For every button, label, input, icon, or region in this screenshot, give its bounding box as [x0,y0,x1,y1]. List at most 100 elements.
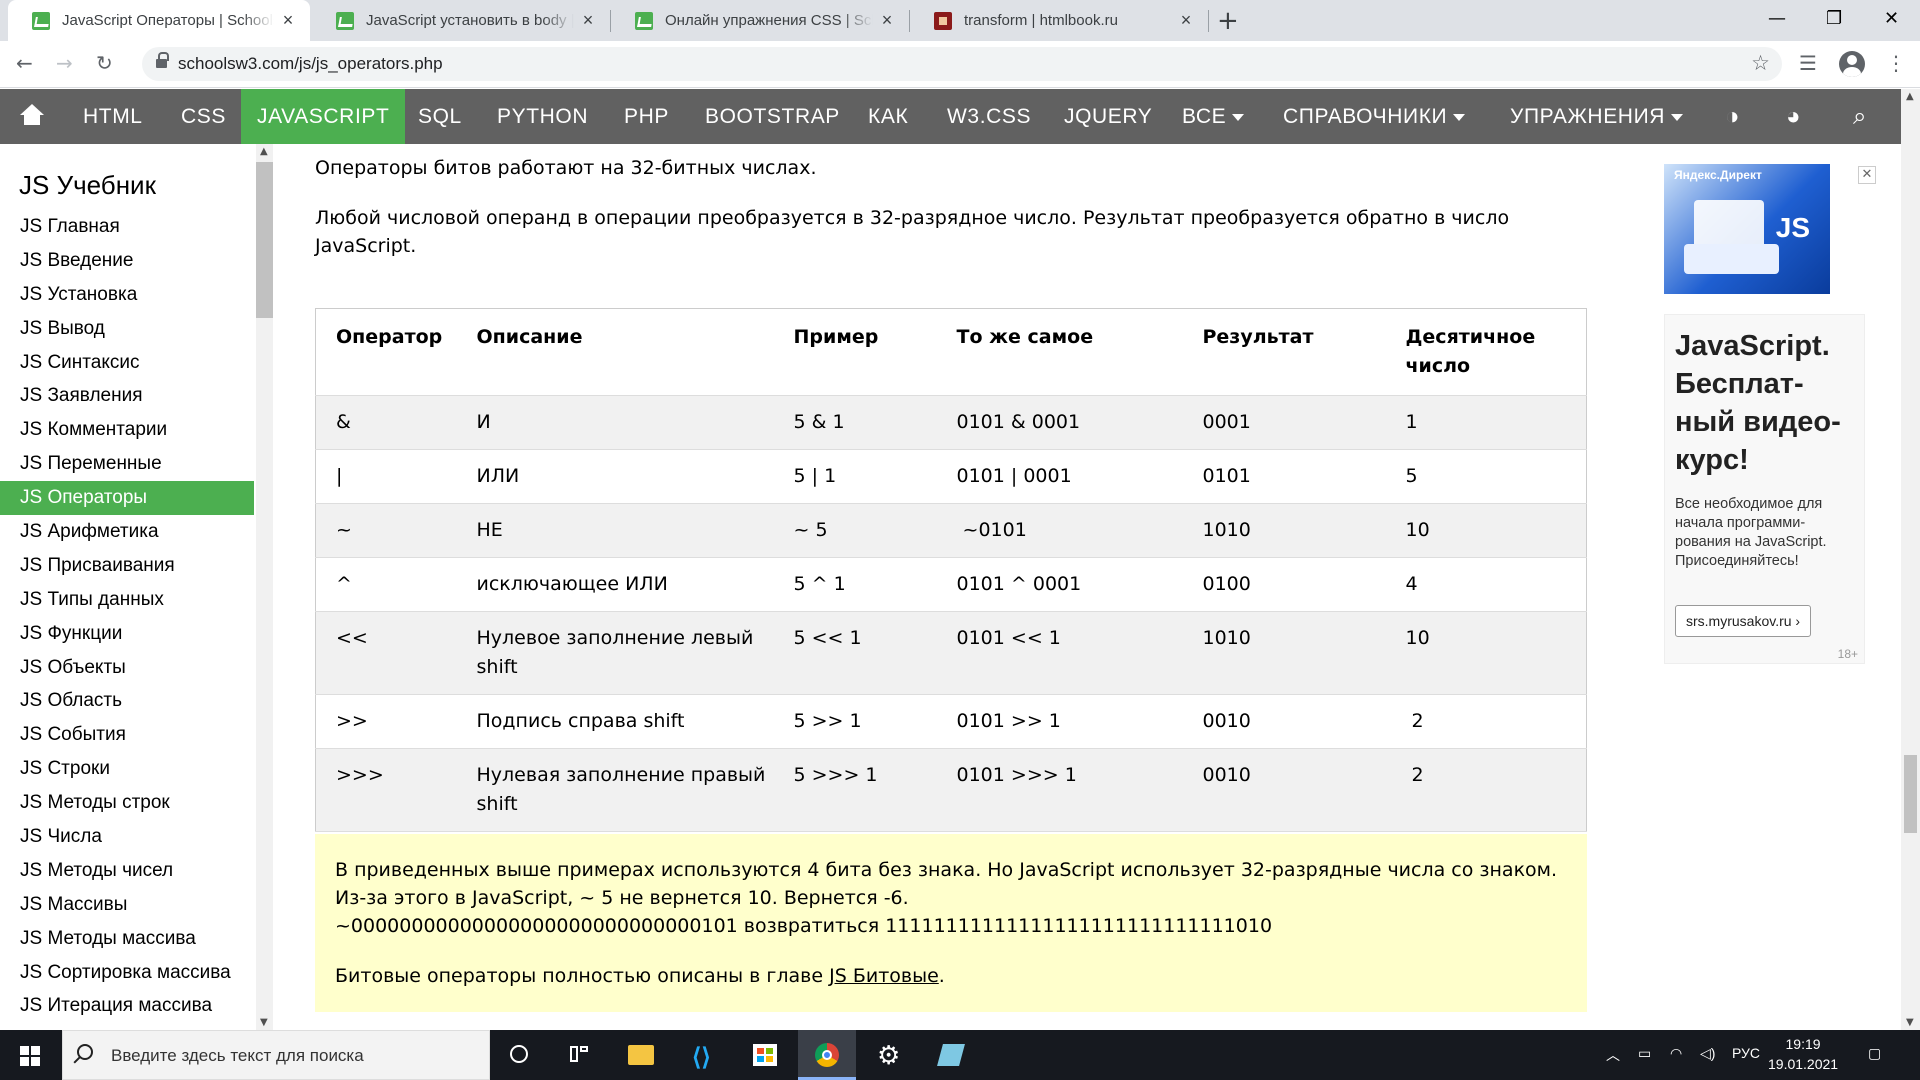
close-tab-icon[interactable]: × [1172,10,1200,31]
new-tab-icon[interactable]: + [1217,6,1239,36]
vscode-icon[interactable]: ⟨⟩ [674,1030,732,1080]
task-view-icon[interactable] [550,1030,608,1080]
sidebar-item[interactable]: JS Методы строк [0,786,254,820]
table-cell: ИЛИ [476,465,520,487]
nav-w3css[interactable]: W3.CSS [947,89,1031,144]
sidebar-item[interactable]: JS Числа [0,820,254,854]
sidebar-item[interactable]: JS Комментарии [0,413,254,447]
browser-menu-icon[interactable]: ⋮ [1886,51,1906,75]
nav-all-dropdown[interactable]: ВСЕ [1182,89,1245,144]
chrome-icon[interactable] [798,1030,856,1080]
table-row: << Нулевое заполнение левый shift 5 << 1 01… [315,611,1587,695]
sidebar-item[interactable]: JS Арифметика [0,515,254,549]
nav-css[interactable]: CSS [181,89,226,144]
search-icon [77,1044,93,1060]
sidebar-item[interactable]: JS Установка [0,278,254,312]
table-row: & И 5 & 1 0101 & 0001 0001 1 [315,395,1587,450]
sidebar-item[interactable]: JS События [0,718,254,752]
volume-icon[interactable]: ◁) [1700,1045,1715,1062]
page-scrollbar[interactable]: ▲ ▼ [1901,89,1920,1030]
sidebar-item[interactable]: JS Заявления [0,379,254,413]
js-bitwise-link[interactable]: JS Битовые [829,965,939,987]
browser-tab[interactable]: JavaScript Операторы | Schoolsw3 × [8,0,310,41]
nav-html[interactable]: HTML [83,89,143,144]
app-icon[interactable] [922,1030,980,1080]
sidebar-item[interactable]: JS Главная [0,210,254,244]
table-cell: >>> [336,764,384,786]
minimize-window-icon[interactable]: — [1768,8,1786,29]
wifi-icon[interactable]: ◠ [1670,1045,1682,1062]
cortana-icon[interactable] [490,1030,548,1080]
nav-jquery[interactable]: JQUERY [1064,89,1152,144]
forward-arrow-icon[interactable]: → [56,51,73,75]
sidebar-item[interactable]: JS Синтаксис [0,346,254,380]
browser-tab[interactable]: transform | htmlbook.ru × [910,0,1208,41]
scroll-down-icon[interactable]: ▼ [260,1017,268,1028]
nav-javascript[interactable]: JAVASCRIPT [241,89,406,144]
chevron-up-icon[interactable]: ︿ [1606,1045,1620,1065]
close-tab-icon[interactable]: × [574,10,602,31]
close-tab-icon[interactable]: × [274,10,302,31]
sidebar-scrollbar[interactable]: ▲ ▼ [256,144,273,1030]
address-bar[interactable]: schoolsw3.com/js/js_operators.php ☆ [142,47,1782,81]
lock-icon[interactable] [156,52,169,69]
scroll-up-icon[interactable]: ▲ [260,146,268,157]
browser-tab[interactable]: JavaScript установить в body | Sc × [312,0,610,41]
intro-paragraph: Операторы битов работают на 32-битных чи… [315,157,817,179]
reading-list-icon[interactable]: ☰ [1799,51,1817,75]
nav-references-dropdown[interactable]: СПРАВОЧНИКИ [1283,89,1466,144]
battery-icon[interactable]: ▭ [1638,1045,1651,1062]
nav-bootstrap[interactable]: BOOTSTRAP [705,89,840,144]
sidebar-item[interactable]: JS Строки [0,752,254,786]
back-arrow-icon[interactable]: ← [16,51,33,75]
sidebar-item[interactable]: JS Операторы [0,481,254,516]
file-explorer-icon[interactable] [612,1030,670,1080]
sidebar-item[interactable]: JS Массивы [0,888,254,922]
ad-close-icon[interactable]: ✕ [1858,166,1876,184]
sidebar-item[interactable]: JS Функции [0,617,254,651]
browser-tab[interactable]: Онлайн упражнения CSS | Schoo × [611,0,909,41]
settings-gear-icon[interactable]: ⚙ [860,1030,918,1080]
notifications-icon[interactable]: ▢ [1868,1045,1881,1062]
sidebar-item[interactable]: JS Объекты [0,651,254,685]
bookmark-star-icon[interactable]: ☆ [1751,51,1770,75]
scroll-up-icon[interactable]: ▲ [1906,91,1914,102]
nav-sql[interactable]: SQL [418,89,462,144]
sidebar-item[interactable]: JS Переменные [0,447,254,481]
home-icon[interactable] [20,104,44,126]
sidebar-item[interactable]: JS Вывод [0,312,254,346]
sidebar-item[interactable]: JS Введение [0,244,254,278]
sidebar-item[interactable]: JS Область [0,684,254,718]
close-tab-icon[interactable]: × [873,10,901,31]
reload-icon[interactable]: ↻ [96,51,113,75]
taskbar-search-box[interactable]: Введите здесь текст для поиска [62,1030,490,1080]
ad-box[interactable]: JavaScript. Бесплат-ный видео-курс! Все … [1664,314,1865,664]
table-cell: ^ [336,573,352,595]
sidebar-item[interactable]: JS Присваивания [0,549,254,583]
sidebar-item[interactable]: JS Типы данных [0,583,254,617]
url-text[interactable]: schoolsw3.com/js/js_operators.php [178,54,443,74]
search-icon[interactable]: ⌕ [1853,103,1866,131]
page-scroll-thumb[interactable] [1904,755,1917,833]
globe-translate-icon[interactable]: ◕ [1786,103,1801,131]
ad-link-button[interactable]: srs.myrusakov.ru › [1675,605,1812,637]
close-window-icon[interactable]: ✕ [1884,8,1899,29]
language-indicator[interactable]: РУС [1732,1045,1760,1061]
nav-php[interactable]: PHP [624,89,669,144]
profile-avatar-icon[interactable] [1839,51,1865,77]
sidebar-scroll-thumb[interactable] [256,162,273,318]
nav-python[interactable]: PYTHON [497,89,588,144]
sidebar-item[interactable]: JS Методы чисел [0,854,254,888]
sidebar-item[interactable]: JS Сортировка массива [0,956,254,990]
nav-exercises-dropdown[interactable]: УПРАЖНЕНИЯ [1510,89,1684,144]
store-icon[interactable] [736,1030,794,1080]
taskbar-clock[interactable]: 19:19 19.01.2021 [1768,1034,1838,1074]
nav-how[interactable]: КАК [868,89,908,144]
contrast-toggle-icon[interactable]: ◑ [1725,103,1740,131]
maximize-window-icon[interactable]: ❐ [1826,8,1842,29]
sidebar-item[interactable]: JS Методы массива [0,922,254,956]
scroll-down-icon[interactable]: ▼ [1906,1017,1914,1028]
sidebar-item[interactable]: JS Итерация массива [0,989,254,1023]
windows-start-icon[interactable] [20,1046,40,1066]
ad-banner-image[interactable]: Яндекс.Директ JS [1664,164,1830,294]
